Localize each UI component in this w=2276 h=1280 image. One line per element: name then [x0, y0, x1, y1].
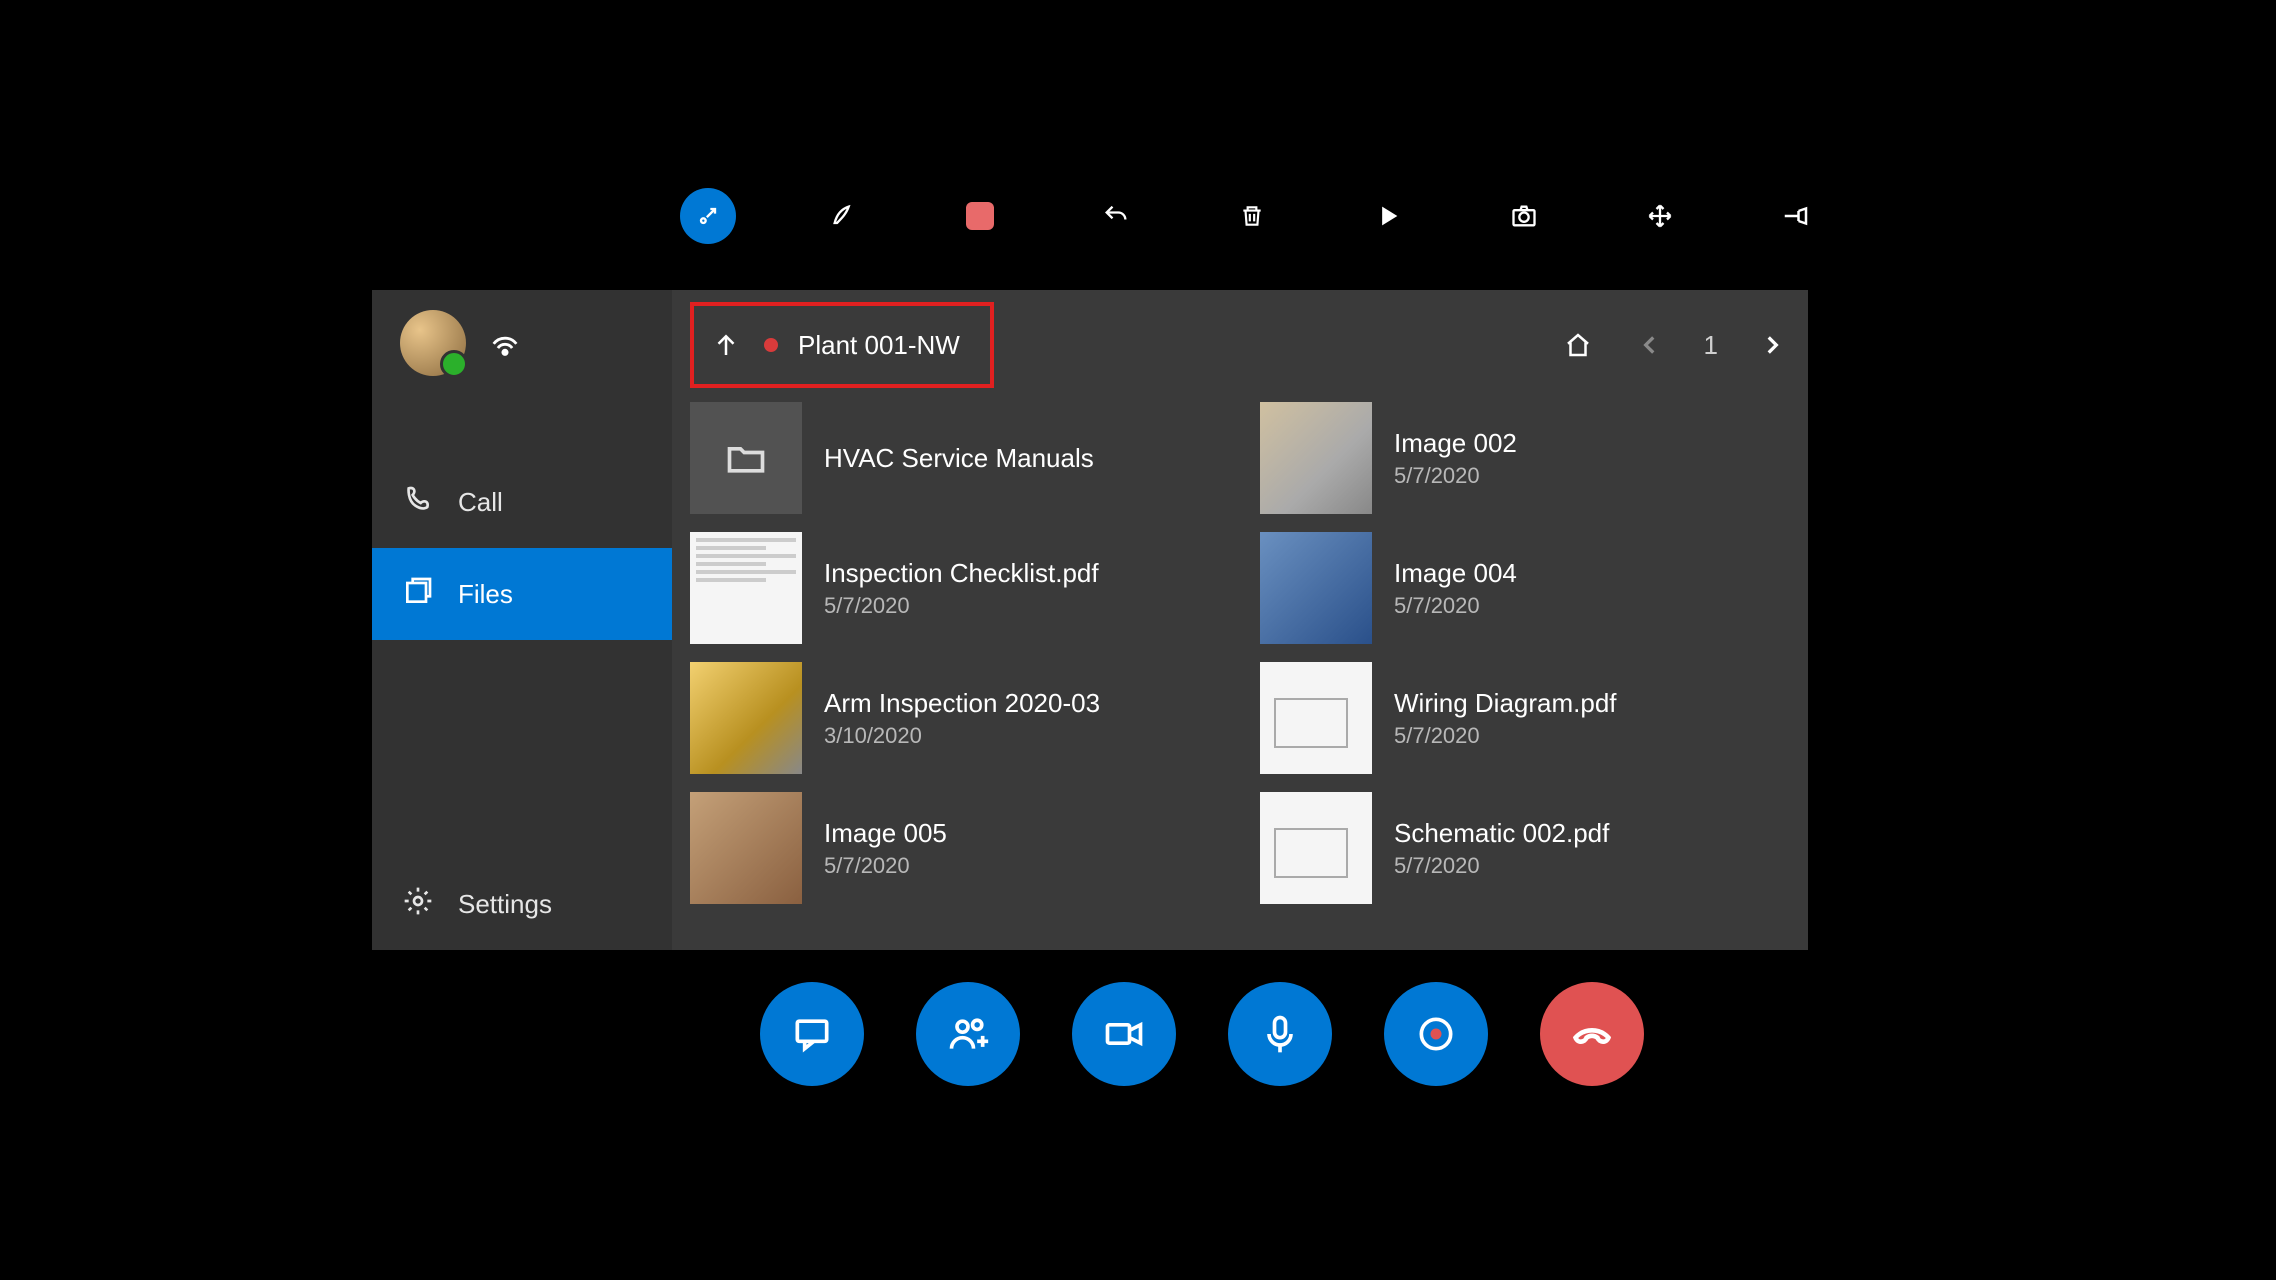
- file-date: 5/7/2020: [824, 853, 947, 879]
- file-item[interactable]: Inspection Checklist.pdf 5/7/2020: [690, 528, 1220, 648]
- stop-record-button[interactable]: [952, 188, 1008, 244]
- avatar[interactable]: [400, 310, 466, 376]
- breadcrumb-label: Plant 001-NW: [798, 330, 960, 361]
- file-name: Inspection Checklist.pdf: [824, 558, 1099, 589]
- file-item[interactable]: Schematic 002.pdf 5/7/2020: [1260, 788, 1790, 908]
- stop-icon: [966, 202, 994, 230]
- gear-icon: [402, 885, 434, 924]
- file-date: 5/7/2020: [1394, 853, 1609, 879]
- pointer-tool-button[interactable]: [680, 188, 736, 244]
- file-item[interactable]: Wiring Diagram.pdf 5/7/2020: [1260, 658, 1790, 778]
- sidebar-header: [372, 290, 672, 396]
- app-window: Call Files Settings: [372, 290, 1808, 950]
- file-date: 3/10/2020: [824, 723, 1100, 749]
- document-thumbnail: [690, 532, 802, 644]
- sidebar-item-label: Settings: [458, 889, 552, 920]
- header-controls: 1: [1560, 327, 1790, 363]
- sidebar-item-files[interactable]: Files: [372, 548, 672, 640]
- file-name: HVAC Service Manuals: [824, 443, 1094, 474]
- breadcrumb[interactable]: Plant 001-NW: [690, 302, 994, 388]
- file-name: Image 002: [1394, 428, 1517, 459]
- file-name: Arm Inspection 2020-03: [824, 688, 1100, 719]
- microphone-button[interactable]: [1228, 982, 1332, 1086]
- file-date: 5/7/2020: [1394, 723, 1617, 749]
- image-thumbnail: [690, 662, 802, 774]
- delete-button[interactable]: [1224, 188, 1280, 244]
- add-participant-button[interactable]: [916, 982, 1020, 1086]
- folder-icon: [690, 402, 802, 514]
- move-tool-button[interactable]: [1632, 188, 1688, 244]
- video-button[interactable]: [1072, 982, 1176, 1086]
- files-grid: HVAC Service Manuals Image 002 5/7/2020 …: [690, 392, 1790, 938]
- wifi-icon: [488, 324, 522, 363]
- undo-button[interactable]: [1088, 188, 1144, 244]
- page-number: 1: [1704, 330, 1718, 361]
- file-date: 5/7/2020: [1394, 593, 1517, 619]
- file-item[interactable]: HVAC Service Manuals: [690, 398, 1220, 518]
- chat-button[interactable]: [760, 982, 864, 1086]
- file-name: Image 004: [1394, 558, 1517, 589]
- next-page-button[interactable]: [1754, 327, 1790, 363]
- sidebar-item-label: Call: [458, 487, 503, 518]
- call-controls: [760, 982, 1644, 1086]
- image-thumbnail: [690, 792, 802, 904]
- sidebar-item-label: Files: [458, 579, 513, 610]
- phone-icon: [402, 483, 434, 522]
- sidebar-item-call[interactable]: Call: [372, 456, 672, 548]
- play-button[interactable]: [1360, 188, 1416, 244]
- content-header: Plant 001-NW 1: [690, 298, 1790, 392]
- prev-page-button[interactable]: [1632, 327, 1668, 363]
- sidebar: Call Files Settings: [372, 290, 672, 950]
- file-name: Schematic 002.pdf: [1394, 818, 1609, 849]
- home-button[interactable]: [1560, 327, 1596, 363]
- arrow-up-icon: [708, 327, 744, 363]
- file-name: Wiring Diagram.pdf: [1394, 688, 1617, 719]
- file-name: Image 005: [824, 818, 947, 849]
- annotation-toolbar: [680, 188, 1824, 244]
- record-button[interactable]: [1384, 982, 1488, 1086]
- record-indicator-icon: [764, 338, 778, 352]
- files-icon: [402, 575, 434, 614]
- image-thumbnail: [1260, 402, 1372, 514]
- content-area: Plant 001-NW 1: [672, 290, 1808, 950]
- ink-tool-button[interactable]: [816, 188, 872, 244]
- file-item[interactable]: Image 002 5/7/2020: [1260, 398, 1790, 518]
- file-item[interactable]: Image 005 5/7/2020: [690, 788, 1220, 908]
- sidebar-item-settings[interactable]: Settings: [372, 858, 672, 950]
- file-date: 5/7/2020: [824, 593, 1099, 619]
- end-call-button[interactable]: [1540, 982, 1644, 1086]
- diagram-thumbnail: [1260, 662, 1372, 774]
- file-date: 5/7/2020: [1394, 463, 1517, 489]
- image-thumbnail: [1260, 532, 1372, 644]
- pin-button[interactable]: [1768, 188, 1824, 244]
- file-item[interactable]: Image 004 5/7/2020: [1260, 528, 1790, 648]
- file-item[interactable]: Arm Inspection 2020-03 3/10/2020: [690, 658, 1220, 778]
- camera-button[interactable]: [1496, 188, 1552, 244]
- diagram-thumbnail: [1260, 792, 1372, 904]
